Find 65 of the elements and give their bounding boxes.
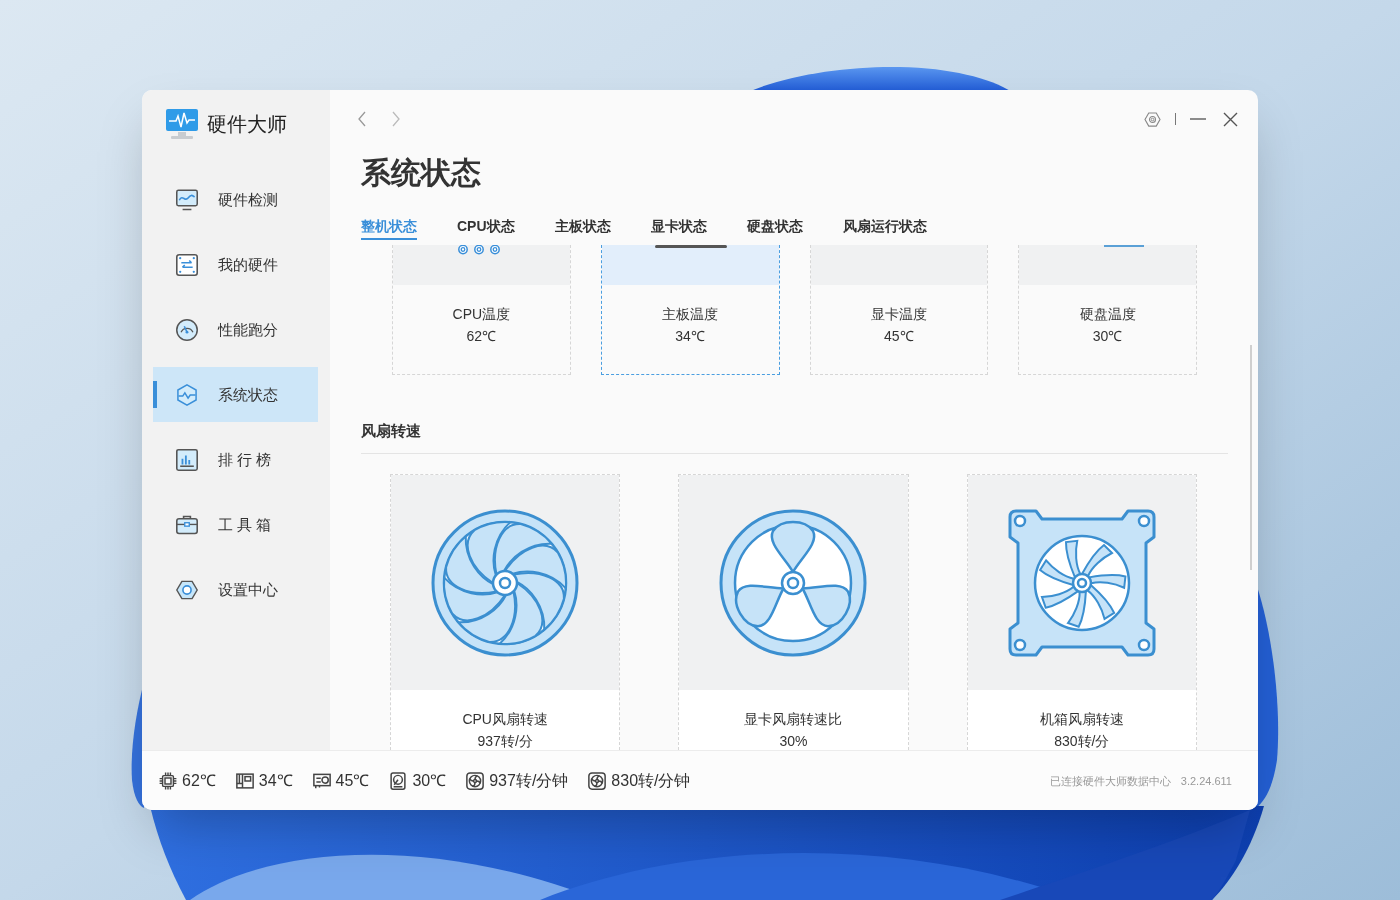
monitor-logo-icon <box>165 107 199 141</box>
temperature-card[interactable]: 主板温度 34℃ <box>600 245 780 375</box>
status-reading: 45℃ <box>335 770 370 791</box>
bar-chart-icon <box>176 448 198 471</box>
card-value: 30% <box>779 732 808 750</box>
status-reading: 937转/分钟 <box>489 770 569 791</box>
card-value: 34℃ <box>675 327 705 346</box>
page-title: 系统状态 <box>361 155 481 191</box>
rings-drawing <box>458 245 501 255</box>
card-label: 机箱风扇转速 <box>1039 710 1124 728</box>
fan-card[interactable]: 显卡风扇转速比 30% <box>678 474 909 750</box>
fan-card[interactable]: 机箱风扇转速 830转/分 <box>966 474 1197 750</box>
card-label: CPU风扇转速 <box>462 710 548 728</box>
tab[interactable]: 风扇运行状态 <box>842 216 927 240</box>
fan-icon <box>466 771 485 790</box>
card-label: 显卡温度 <box>870 305 927 324</box>
card-label: 硬盘温度 <box>1079 305 1136 324</box>
board-icon <box>176 253 198 276</box>
connection-status: 已连接硬件大师数据中心 <box>1049 773 1171 788</box>
toolbox-icon <box>176 513 198 536</box>
tab[interactable]: CPU状态 <box>457 216 515 240</box>
app-title: 硬件大师 <box>207 112 287 137</box>
tab[interactable]: 硬盘状态 <box>746 216 803 240</box>
tab[interactable]: 显卡状态 <box>650 216 707 240</box>
chip-icon <box>159 771 177 790</box>
card-value: 30℃ <box>1092 327 1123 346</box>
fan-icon <box>588 771 607 790</box>
temperature-card[interactable]: 硬盘温度 30℃ <box>1018 245 1197 375</box>
graphics-card-icon <box>312 771 331 790</box>
monitor-icon <box>176 188 198 211</box>
status-reading: 830转/分钟 <box>611 770 691 791</box>
card-value: 62℃ <box>466 327 497 346</box>
settings-icon[interactable] <box>1144 111 1161 127</box>
hexagon-pulse-icon <box>176 383 198 406</box>
status-reading: 34℃ <box>258 770 293 791</box>
board-icon <box>235 771 254 790</box>
forward-icon[interactable] <box>392 111 400 127</box>
sidebar-item[interactable]: 我的硬件 <box>153 237 318 292</box>
status-reading: 62℃ <box>182 770 216 791</box>
temperature-card[interactable]: CPU温度 62℃ <box>392 245 571 375</box>
close-icon[interactable] <box>1223 111 1238 127</box>
card-label: 显卡风扇转速比 <box>744 710 843 728</box>
tab[interactable]: 主板状态 <box>554 216 611 240</box>
sidebar-item[interactable]: 工 具 箱 <box>153 497 318 552</box>
section-title: 风扇转速 <box>361 421 421 441</box>
status-reading: 30℃ <box>412 770 447 791</box>
hex-nut-icon <box>176 578 198 601</box>
sidebar-item[interactable]: 硬件检测 <box>153 172 318 227</box>
gauge-icon <box>176 318 198 341</box>
temperature-card[interactable]: 显卡温度 45℃ <box>809 245 989 375</box>
card-value: 830转/分 <box>1054 732 1110 750</box>
selection-indicator <box>153 381 157 408</box>
sidebar-item[interactable]: 性能跑分 <box>153 302 318 357</box>
card-value: 45℃ <box>884 327 914 346</box>
sidebar-item[interactable]: 排 行 榜 <box>153 432 318 487</box>
sidebar-item[interactable]: 设置中心 <box>153 562 318 617</box>
card-value: 937转/分 <box>477 732 533 750</box>
card-label: CPU温度 <box>452 305 511 324</box>
back-icon[interactable] <box>358 111 366 127</box>
card-label: 主板温度 <box>662 305 719 324</box>
version-number: 3.2.24.611 <box>1180 773 1232 788</box>
scrollbar[interactable] <box>1250 345 1252 570</box>
fan-card[interactable]: CPU风扇转速 937转/分 <box>390 474 621 750</box>
line-drawing <box>1103 245 1144 247</box>
sidebar-item[interactable]: 系统状态 <box>153 367 318 422</box>
